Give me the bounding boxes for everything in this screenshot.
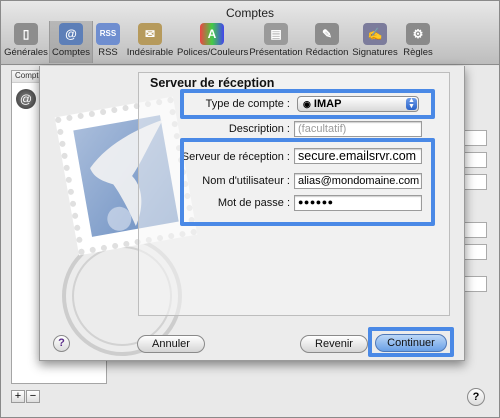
description-label: Description :	[228, 123, 290, 135]
compose-icon: ✎	[315, 23, 339, 45]
rss-icon: RSS	[96, 23, 120, 45]
toolbar-item-presentation[interactable]: ▤ Présentation	[249, 21, 303, 63]
continue-button[interactable]: Continuer	[375, 334, 447, 352]
cancel-button[interactable]: Annuler	[137, 335, 205, 353]
account-type-highlight	[180, 89, 435, 119]
window-title: Comptes	[225, 6, 275, 20]
toolbar-item-polices[interactable]: A Polices/Couleurs	[177, 21, 248, 63]
credentials-highlight	[180, 138, 435, 226]
toolbar: ▯ Générales @ Comptes RSS RSS ✉ Indésira…	[1, 21, 499, 65]
toolbar-item-signatures[interactable]: ✍ Signatures	[351, 21, 399, 63]
rules-icon: ⚙	[406, 23, 430, 45]
help-button[interactable]: ?	[53, 335, 70, 352]
description-field[interactable]: (facultatif)	[294, 121, 422, 137]
new-account-sheet: Serveur de réception Type de compte : ◉ …	[39, 66, 465, 361]
toolbar-item-rss[interactable]: RSS RSS	[94, 21, 122, 63]
account-at-icon[interactable]: @	[16, 89, 36, 109]
title-bar: Comptes ▯ Générales @ Comptes RSS RSS ✉ …	[1, 1, 499, 65]
back-button[interactable]: Revenir	[300, 335, 368, 353]
switch-icon: ▯	[14, 23, 38, 45]
signature-icon: ✍	[363, 23, 387, 45]
toolbar-item-regles[interactable]: ⚙ Règles	[401, 21, 435, 63]
toolbar-item-redaction[interactable]: ✎ Rédaction	[305, 21, 349, 63]
toolbar-item-comptes[interactable]: @ Comptes	[49, 21, 93, 63]
preferences-window: Comptes ▯ Générales @ Comptes RSS RSS ✉ …	[0, 0, 500, 418]
at-icon: @	[59, 23, 83, 45]
presentation-icon: ▤	[264, 23, 288, 45]
help-button-main[interactable]: ?	[467, 388, 485, 406]
sheet-heading: Serveur de réception	[150, 76, 275, 90]
fonts-icon: A	[200, 23, 224, 45]
remove-account-button[interactable]: −	[26, 390, 40, 403]
trash-icon: ✉	[138, 23, 162, 45]
toolbar-item-generales[interactable]: ▯ Générales	[3, 21, 49, 63]
add-account-button[interactable]: +	[11, 390, 25, 403]
toolbar-item-indesirable[interactable]: ✉ Indésirable	[125, 21, 175, 63]
